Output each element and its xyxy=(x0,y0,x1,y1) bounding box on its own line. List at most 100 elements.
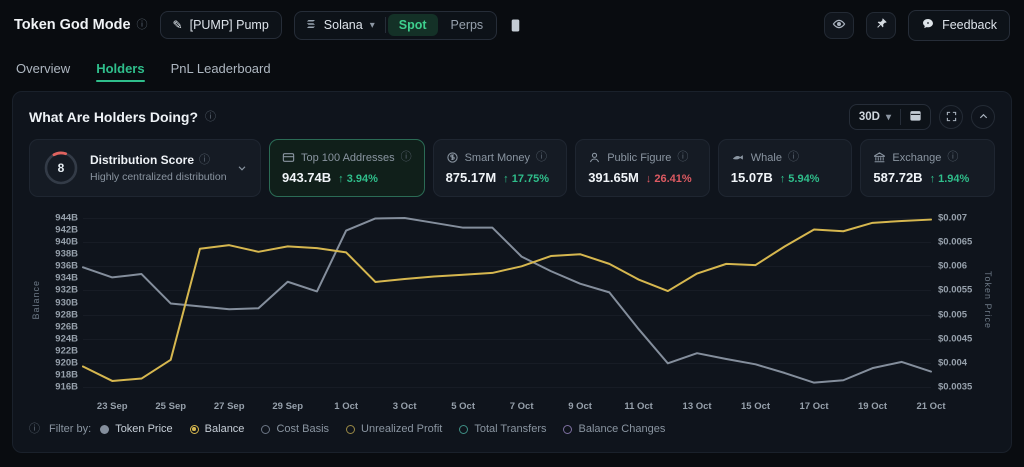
feedback-button[interactable]: Feedback xyxy=(908,10,1010,41)
filter-dot xyxy=(346,425,355,434)
filter-dot xyxy=(100,425,109,434)
filter-label: Balance xyxy=(205,423,245,435)
info-icon[interactable]: ⓘ xyxy=(137,20,148,31)
y-axis-right: $0.007$0.0065$0.006$0.0055$0.005$0.0045$… xyxy=(931,205,981,395)
feedback-label: Feedback xyxy=(942,18,997,32)
x-tick: 7 Oct xyxy=(510,401,534,412)
holders-panel: What Are Holders Doing? ⓘ 30D ▾ xyxy=(12,91,1012,453)
y-tick-right: $0.007 xyxy=(938,213,967,224)
chain-select[interactable]: Solana ▾ xyxy=(295,12,385,39)
y-tick-right: $0.006 xyxy=(938,261,967,272)
stat-card-smart-money[interactable]: Smart Moneyⓘ875.17M↑ 17.75% xyxy=(433,139,568,197)
y-tick-left: 918B xyxy=(55,369,78,380)
market-tab-spot[interactable]: Spot xyxy=(388,14,438,36)
stat-card-public-figure[interactable]: Public Figureⓘ391.65M↓ 26.41% xyxy=(575,139,710,197)
stat-card-label: Exchange xyxy=(892,152,941,164)
token-select-label: [PUMP] Pump xyxy=(190,18,269,32)
range-select[interactable]: 30D ▾ xyxy=(850,107,900,127)
page-title: Token God Mode ⓘ xyxy=(14,17,148,33)
chart-plot[interactable] xyxy=(83,205,931,395)
tab-overview[interactable]: Overview xyxy=(16,50,70,86)
info-icon[interactable]: ⓘ xyxy=(401,152,412,163)
filter-label: Token Price xyxy=(115,423,172,435)
watch-button[interactable] xyxy=(824,12,854,39)
filter-dot xyxy=(261,425,270,434)
y-tick-left: 924B xyxy=(55,333,78,344)
series-token-price xyxy=(83,218,931,383)
filter-total-transfers[interactable]: Total Transfers xyxy=(459,423,546,435)
tab-holders[interactable]: Holders xyxy=(96,50,144,86)
stat-card-value: 943.74B xyxy=(282,170,331,185)
stat-card-change: ↑ 1.94% xyxy=(930,173,970,185)
speech-bubble-icon xyxy=(921,17,935,34)
fullscreen-button[interactable] xyxy=(939,105,963,129)
filter-items: Token Price Balance Cost Basis Unrealized P… xyxy=(100,423,665,435)
filter-dot xyxy=(459,425,468,434)
pin-button[interactable] xyxy=(866,12,896,39)
y-tick-left: 922B xyxy=(55,345,78,356)
filter-unrealized-profit[interactable]: Unrealized Profit xyxy=(346,423,442,435)
chevron-down-icon[interactable] xyxy=(236,162,248,174)
filter-bar: ⓘ Filter by: Token PriceBalanceCost Basi… xyxy=(29,423,995,435)
info-icon[interactable]: ⓘ xyxy=(199,155,210,166)
filter-token-price[interactable]: Token Price xyxy=(100,423,172,435)
info-icon: ⓘ xyxy=(29,424,40,435)
calendar-icon xyxy=(909,109,922,125)
x-tick: 19 Oct xyxy=(858,401,887,412)
stat-card-label: Public Figure xyxy=(607,152,671,164)
x-axis: 23 Sep25 Sep27 Sep29 Sep1 Oct3 Oct5 Oct7… xyxy=(83,399,931,414)
distribution-score-card[interactable]: 8 Distribution Score ⓘ Highly centralize… xyxy=(29,139,261,197)
market-switcher: Solana ▾ SpotPerps xyxy=(294,11,497,40)
edit-pencil-icon: ✎ xyxy=(173,18,183,32)
filter-balance[interactable]: Balance xyxy=(190,423,245,435)
y-tick-left: 928B xyxy=(55,309,78,320)
filter-balance-changes[interactable]: Balance Changes xyxy=(563,423,665,435)
y-tick-left: 920B xyxy=(55,357,78,368)
stat-card-top-100-addresses[interactable]: Top 100 Addressesⓘ943.74B↑ 3.94% xyxy=(269,139,425,197)
info-icon[interactable]: ⓘ xyxy=(205,112,216,123)
y-tick-right: $0.0035 xyxy=(938,382,972,393)
tab-pnl-leaderboard[interactable]: PnL Leaderboard xyxy=(171,50,271,86)
filter-cost-basis[interactable]: Cost Basis xyxy=(261,423,329,435)
stat-card-value: 391.65M xyxy=(588,170,639,185)
stat-card-label: Top 100 Addresses xyxy=(301,152,395,164)
distribution-score-gauge: 8 xyxy=(42,149,80,187)
topbar: Token God Mode ⓘ ✎ [PUMP] Pump Solana ▾ … xyxy=(0,0,1024,50)
market-tabs: SpotPerps xyxy=(386,12,496,38)
panel-title: What Are Holders Doing? ⓘ xyxy=(29,109,216,125)
page-title-text: Token God Mode xyxy=(14,17,131,33)
y-tick-right: $0.004 xyxy=(938,357,967,368)
stat-card-whale[interactable]: Whaleⓘ15.07B↑ 5.94% xyxy=(718,139,853,197)
y-axis-right-title: Token Price xyxy=(981,205,995,395)
nav-tabs: Overview Holders PnL Leaderboard xyxy=(0,50,1024,86)
y-tick-left: 932B xyxy=(55,285,78,296)
clipboard-icon[interactable] xyxy=(509,18,522,33)
y-tick-left: 938B xyxy=(55,249,78,260)
y-tick-right: $0.0055 xyxy=(938,285,972,296)
info-icon[interactable]: ⓘ xyxy=(788,152,799,163)
y-tick-left: 916B xyxy=(55,382,78,393)
y-tick-left: 934B xyxy=(55,273,78,284)
info-icon[interactable]: ⓘ xyxy=(947,152,958,163)
filter-label: Unrealized Profit xyxy=(361,423,442,435)
gridline xyxy=(83,387,931,388)
token-select-button[interactable]: ✎ [PUMP] Pump xyxy=(160,11,282,39)
collapse-button[interactable] xyxy=(971,105,995,129)
y-tick-left: 944B xyxy=(55,213,78,224)
bank-icon xyxy=(873,151,886,164)
stat-card-exchange[interactable]: Exchange ⓘ 587.72B ↑ 1.94% xyxy=(860,139,995,197)
x-tick: 11 Oct xyxy=(624,401,653,412)
eye-icon xyxy=(832,17,846,34)
distribution-score-subtitle: Highly centralized distribution xyxy=(90,171,226,183)
x-tick: 1 Oct xyxy=(334,401,358,412)
x-tick: 3 Oct xyxy=(393,401,417,412)
stat-card-value: 587.72B xyxy=(873,170,922,185)
y-tick-right: $0.0065 xyxy=(938,237,972,248)
calendar-button[interactable] xyxy=(901,105,930,129)
x-tick: 27 Sep xyxy=(214,401,245,412)
info-icon[interactable]: ⓘ xyxy=(536,152,547,163)
market-tab-perps[interactable]: Perps xyxy=(440,14,495,36)
x-tick: 9 Oct xyxy=(568,401,592,412)
info-icon[interactable]: ⓘ xyxy=(677,152,688,163)
distribution-score-text: Distribution Score ⓘ Highly centralized … xyxy=(90,153,226,183)
